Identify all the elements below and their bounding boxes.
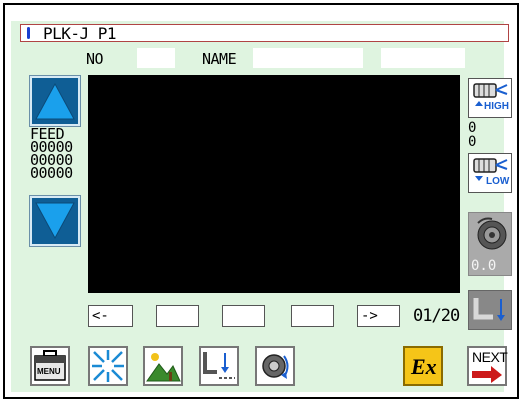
stitch-move-button[interactable] [199,346,239,386]
page-slot-3[interactable] [291,305,334,327]
tension-high-label: HIGH [484,101,509,112]
landscape-icon [146,353,181,382]
bobbin-winder-button[interactable] [255,346,295,386]
gear-rotate-icon [262,354,289,379]
extended-function-button[interactable]: Ex [403,346,443,386]
tension-low-button[interactable]: LOW [468,153,512,193]
name-field[interactable] [253,48,363,68]
handwheel-icon [477,217,507,250]
tension-value-2: 0 [468,134,477,150]
page-slot-2[interactable] [222,305,265,327]
ex-icon: Ex [411,354,437,379]
no-label: NO [86,50,104,68]
toolbox-icon [34,350,66,381]
triangle-down-icon [35,202,75,240]
page-indicator: 01/20 [413,306,460,326]
title-bar: PLK-J P1 [20,24,509,43]
menu-label: MENU [37,367,61,376]
speed-value: 0.0 [471,258,497,274]
tension-low-label: LOW [486,176,510,187]
menu-button[interactable]: MENU [30,346,70,386]
arrow-right-icon [472,366,502,383]
triangle-up-icon [35,82,75,120]
pattern-display [88,75,460,293]
name-field-ext[interactable] [381,48,465,68]
speed-panel[interactable]: 0.0 [468,212,512,276]
needle-down-icon [473,298,505,321]
next-button[interactable]: NEXT [467,346,508,386]
next-page-button[interactable]: -> [357,305,400,327]
stitch-move-icon [203,352,235,379]
page-slot-1[interactable] [156,305,199,327]
name-label: NAME [202,50,237,68]
title-marker-icon [27,27,30,39]
needle-position-button[interactable] [468,290,512,330]
feed-value-3: 00000 [30,164,73,182]
zoom-button[interactable] [88,346,128,386]
no-field[interactable] [137,48,175,68]
landscape-button[interactable] [143,346,183,386]
pattern-title: PLK-J P1 [43,24,117,43]
feed-down-button[interactable] [30,196,80,246]
prev-page-button[interactable]: <- [88,305,133,327]
tension-high-button[interactable]: HIGH [468,78,512,118]
zoom-arrows-icon [92,350,124,382]
feed-up-button[interactable] [30,76,80,126]
